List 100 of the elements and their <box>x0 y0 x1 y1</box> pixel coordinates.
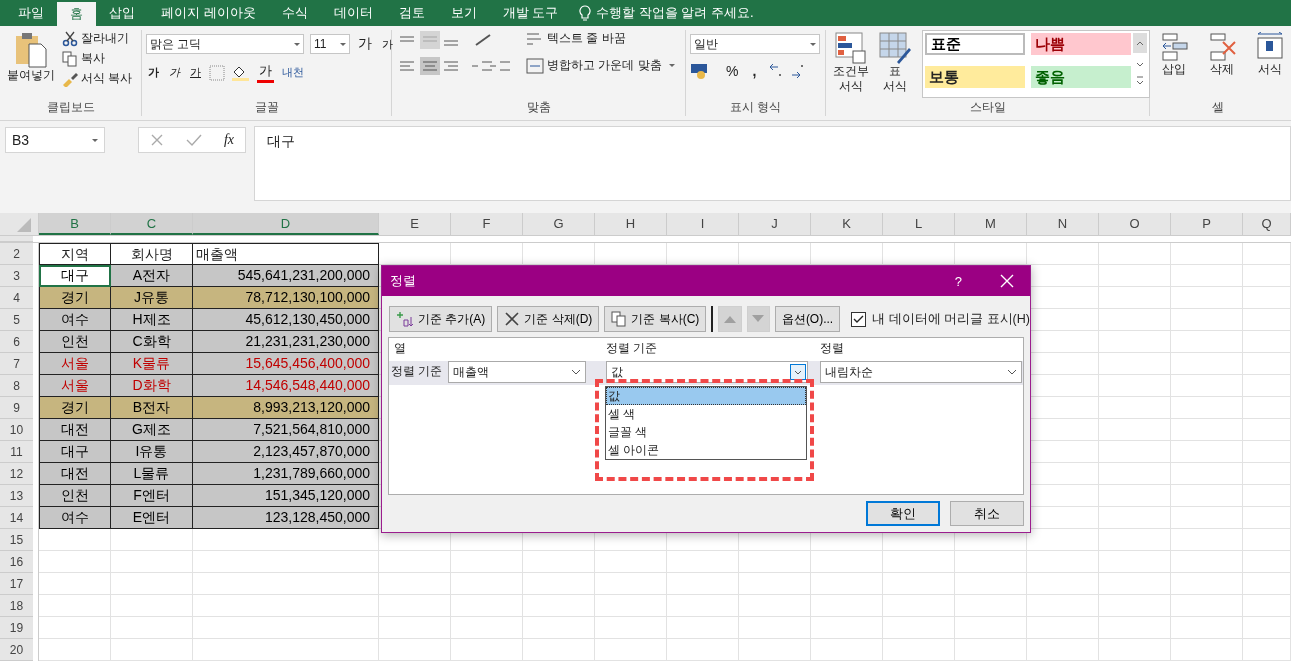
cancel-icon[interactable] <box>149 133 164 147</box>
row-header[interactable]: 4 <box>0 287 33 309</box>
cell-style[interactable]: 보통 <box>925 66 1025 88</box>
row-header[interactable]: 13 <box>0 485 33 507</box>
cell-style[interactable]: 좋음 <box>1031 66 1131 88</box>
level-label: 정렬 기준 <box>391 363 443 380</box>
row-header[interactable]: 14 <box>0 507 33 529</box>
dropdown-option[interactable]: 셀 아이콘 <box>606 441 806 459</box>
chevron-icon <box>1007 369 1017 375</box>
percent-button[interactable]: % <box>724 63 741 79</box>
number-format-combo[interactable]: 일반 <box>690 34 820 54</box>
ribbon-tab[interactable]: 페이지 레이아웃 <box>148 0 269 26</box>
ribbon-tab[interactable]: 삽입 <box>96 0 148 26</box>
column-header[interactable]: P <box>1171 213 1243 235</box>
row-header[interactable]: 19 <box>0 617 33 639</box>
column-header[interactable]: O <box>1099 213 1171 235</box>
toolbar-button[interactable]: 기준 삭제(D) <box>497 306 600 332</box>
ribbon-tab[interactable]: 보기 <box>437 0 490 26</box>
dropdown-option[interactable]: 글꼴 색 <box>606 423 806 441</box>
column-header[interactable]: N <box>1027 213 1099 235</box>
order-combo[interactable]: 내림차순 <box>820 361 1022 383</box>
cut-button[interactable]: 잘라내기 <box>62 30 133 47</box>
row-header[interactable]: 18 <box>0 595 33 617</box>
row-header[interactable]: 10 <box>0 419 33 441</box>
shrink-font-button[interactable]: 가 <box>380 36 395 52</box>
phonetic-button[interactable]: 내천 <box>280 65 306 80</box>
select-all-icon[interactable] <box>17 218 31 232</box>
column-header[interactable]: C <box>111 213 193 235</box>
grow-font-button[interactable]: 가 <box>356 35 374 53</box>
row-header[interactable]: 9 <box>0 397 33 419</box>
insert-cells-button[interactable]: 삽입 <box>1156 30 1192 79</box>
toolbar-button[interactable]: 기준 복사(C) <box>604 306 707 332</box>
row-header[interactable]: 7 <box>0 353 33 375</box>
ribbon-tab[interactable]: 파일 <box>5 0 57 26</box>
options-button[interactable]: 옵션(O)... <box>774 306 841 332</box>
column-header[interactable]: B <box>39 213 111 235</box>
row-header[interactable]: 3 <box>0 265 33 287</box>
ribbon-tab[interactable]: 홈 <box>57 2 96 26</box>
cell-style[interactable]: 표준 <box>925 33 1025 55</box>
conditional-format-button[interactable]: 조건부 서식 <box>830 30 872 96</box>
delete-cells-button[interactable]: 삭제 <box>1204 30 1240 79</box>
row-header[interactable]: 17 <box>0 573 33 595</box>
name-box[interactable]: B3 <box>5 127 105 153</box>
row-header[interactable]: 20 <box>0 639 33 661</box>
help-button[interactable]: ? <box>954 273 962 289</box>
row-header[interactable]: 11 <box>0 441 33 463</box>
copy-button[interactable]: 복사 <box>62 50 133 67</box>
column-header[interactable]: D <box>193 213 379 235</box>
paste-button[interactable]: 붙여넣기 <box>4 30 58 85</box>
ribbon-tab[interactable]: 검토 <box>385 0 438 26</box>
formula-input[interactable]: 대구 <box>254 126 1291 201</box>
row-header[interactable]: 12 <box>0 463 33 485</box>
format-as-table-button[interactable]: 표 서식 <box>876 30 914 96</box>
font-name-combo[interactable]: 맑은 고딕 <box>146 34 304 54</box>
italic-button[interactable]: 가 <box>167 65 182 80</box>
dropdown-button[interactable] <box>790 364 806 380</box>
wrap-text-button[interactable]: 텍스트 줄 바꿈 <box>526 30 675 47</box>
column-header[interactable]: J <box>739 213 811 235</box>
row-header[interactable]: 2 <box>0 243 33 265</box>
font-size-combo[interactable]: 11 <box>310 34 350 54</box>
dropdown-option[interactable]: 값 <box>606 387 806 405</box>
column-header[interactable]: I <box>667 213 739 235</box>
row-header[interactable]: 6 <box>0 331 33 353</box>
row-header[interactable]: 15 <box>0 529 33 551</box>
column-combo[interactable]: 매출액 <box>448 361 587 383</box>
column-header[interactable]: L <box>883 213 955 235</box>
borders-icon[interactable] <box>209 64 225 81</box>
format-cells-button[interactable]: 서식 <box>1252 30 1288 79</box>
row-header[interactable]: 5 <box>0 309 33 331</box>
cell-style[interactable]: 나쁨 <box>1031 33 1131 55</box>
checkbox[interactable] <box>851 311 867 327</box>
ok-button[interactable]: 확인 <box>866 501 940 526</box>
column-header[interactable]: K <box>811 213 883 235</box>
table-cell: 대전 <box>39 419 111 441</box>
tell-me-search[interactable]: 수행할 작업을 알려 주세요. <box>579 0 754 26</box>
close-icon[interactable] <box>1000 274 1014 288</box>
cancel-button[interactable]: 취소 <box>950 501 1024 526</box>
column-header[interactable]: G <box>523 213 595 235</box>
ribbon-tab[interactable]: 수식 <box>268 0 321 26</box>
toolbar-button[interactable]: 기준 추가(A) <box>389 306 493 332</box>
column-header[interactable]: M <box>955 213 1027 235</box>
column-header[interactable]: H <box>595 213 667 235</box>
table-cell: 경기 <box>39 397 111 419</box>
underline-button[interactable]: 가 <box>188 65 203 80</box>
column-heading: 정렬 <box>819 339 845 357</box>
column-header[interactable]: E <box>379 213 451 235</box>
column-header[interactable]: Q <box>1243 213 1291 235</box>
merge-center-button[interactable]: 병합하고 가운데 맞춤 <box>526 57 675 74</box>
bold-button[interactable]: 가 <box>146 65 161 80</box>
comma-button[interactable]: , <box>750 63 759 79</box>
row-header[interactable]: 8 <box>0 375 33 397</box>
ribbon-tab[interactable]: 개발 도구 <box>489 0 572 26</box>
enter-icon[interactable] <box>185 133 202 147</box>
insert-function-button[interactable]: fx <box>223 132 234 148</box>
format-painter-button[interactable]: 서식 복사 <box>62 70 133 87</box>
font-color-button[interactable]: 가 <box>257 62 274 83</box>
dropdown-option[interactable]: 셀 색 <box>606 405 806 423</box>
ribbon-tab[interactable]: 데이터 <box>320 0 386 26</box>
row-header[interactable]: 16 <box>0 551 33 573</box>
column-header[interactable]: F <box>451 213 523 235</box>
